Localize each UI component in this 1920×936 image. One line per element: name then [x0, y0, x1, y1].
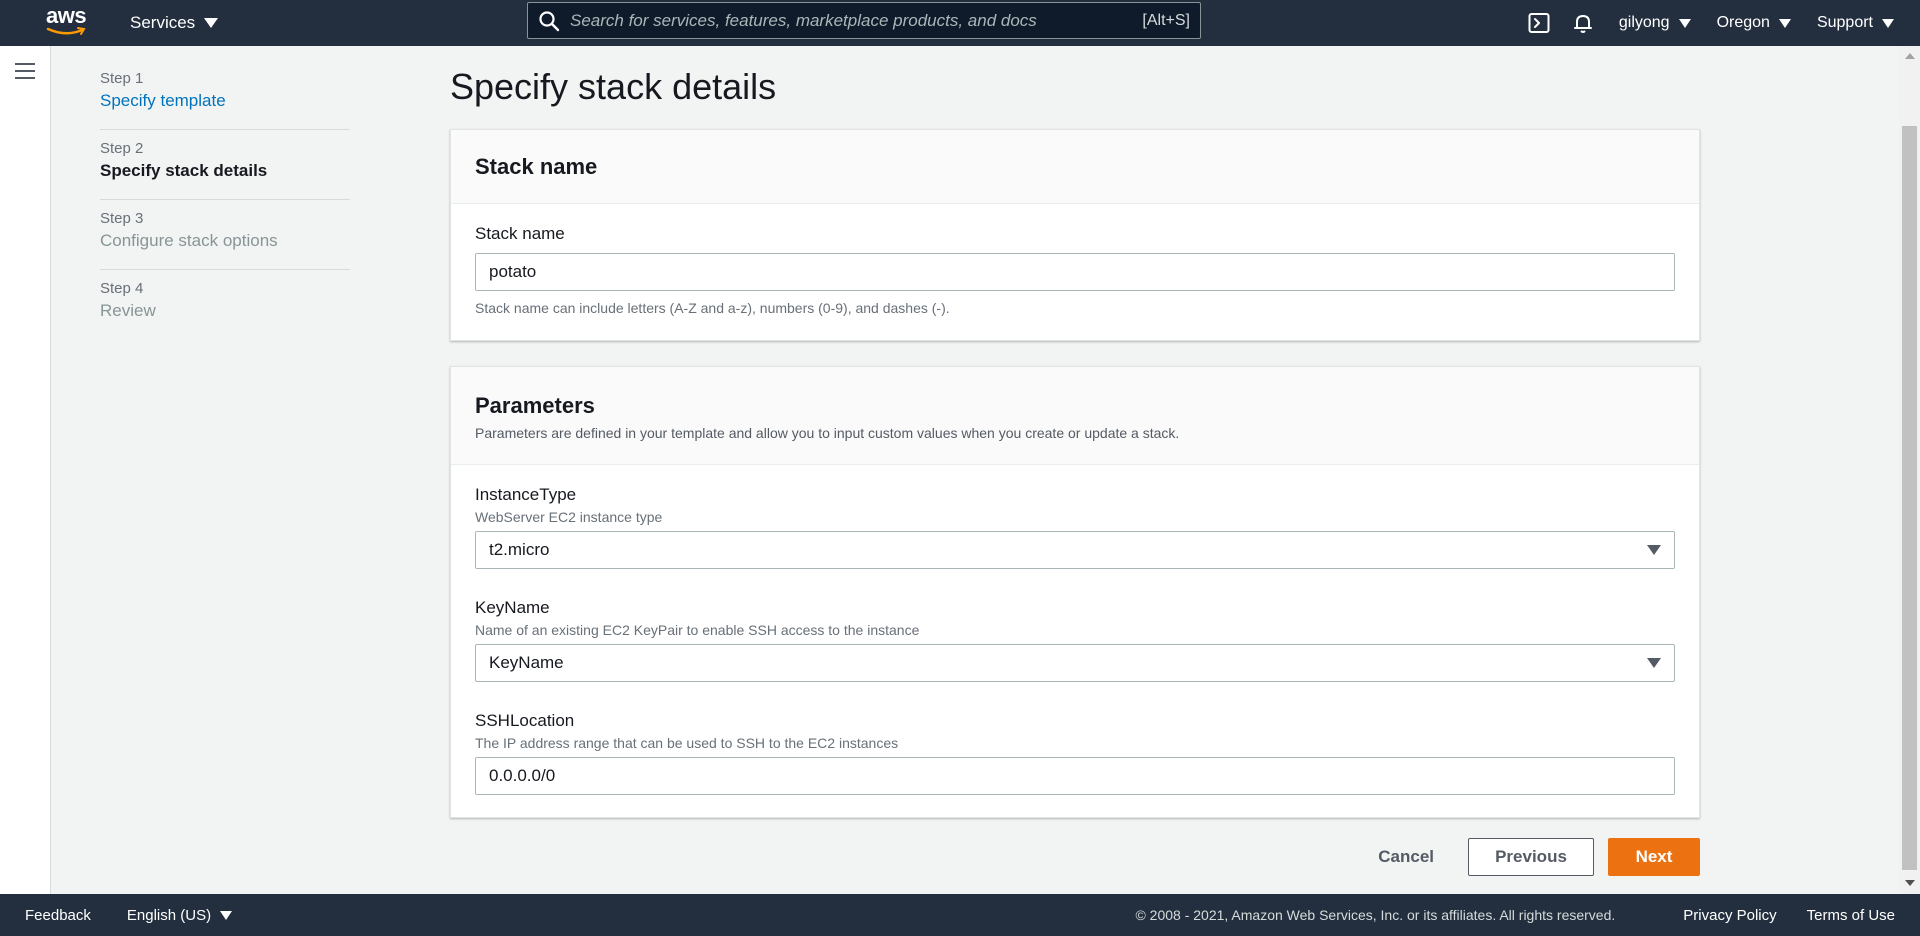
- stack-name-hint: Stack name can include letters (A-Z and …: [475, 300, 950, 316]
- nav-right: gilyong Oregon Support: [1527, 0, 1920, 46]
- next-button[interactable]: Next: [1608, 838, 1700, 876]
- caret-down-icon: [1778, 18, 1791, 28]
- action-buttons: Cancel Previous Next: [1358, 838, 1700, 876]
- top-navigation: aws Services [Alt+S] gilyong: [0, 0, 1920, 46]
- ssh-location-description: The IP address range that can be used to…: [475, 735, 899, 751]
- wizard-step-1: Step 1 Specify template: [100, 60, 350, 130]
- stack-name-label: Stack name: [475, 224, 565, 243]
- param-instance-type: InstanceType WebServer EC2 instance type…: [475, 485, 1675, 569]
- cloudshell-icon[interactable]: [1527, 11, 1551, 35]
- footer-left: Feedback English (US): [25, 906, 233, 924]
- copyright-text: © 2008 - 2021, Amazon Web Services, Inc.…: [1135, 907, 1616, 923]
- hamburger-menu-icon[interactable]: [15, 63, 35, 81]
- instance-type-label: InstanceType: [475, 485, 577, 504]
- privacy-policy-link[interactable]: Privacy Policy: [1683, 907, 1776, 924]
- scroll-down-arrow-icon[interactable]: [1905, 880, 1915, 886]
- instance-type-value: t2.micro: [489, 540, 550, 559]
- caret-down-icon: [204, 18, 219, 28]
- search-shortcut: [Alt+S]: [1142, 11, 1190, 29]
- ssh-location-label: SSHLocation: [475, 711, 575, 730]
- page-title: Specify stack details: [450, 66, 777, 107]
- region-name: Oregon: [1716, 14, 1770, 31]
- stack-name-panel: Stack name Stack name Stack name can inc…: [450, 129, 1700, 341]
- wizard-step-3: Step 3 Configure stack options: [100, 200, 350, 270]
- language-selector[interactable]: English (US): [126, 906, 233, 924]
- panel-header: Parameters Parameters are defined in you…: [451, 367, 1699, 465]
- previous-button[interactable]: Previous: [1468, 838, 1594, 876]
- services-menu[interactable]: Services: [130, 0, 219, 46]
- terms-of-use-link[interactable]: Terms of Use: [1807, 907, 1895, 924]
- region-menu[interactable]: Oregon: [1717, 14, 1791, 32]
- caret-down-icon: [1678, 18, 1691, 28]
- step-number: Step 2: [100, 140, 144, 157]
- panel-title: Stack name: [475, 153, 598, 179]
- search-input[interactable]: [570, 10, 1135, 31]
- step-review: Review: [100, 301, 156, 320]
- instance-type-description: WebServer EC2 instance type: [475, 509, 663, 525]
- step-configure-stack-options: Configure stack options: [100, 231, 278, 250]
- search-bar[interactable]: [Alt+S]: [527, 2, 1201, 39]
- stack-name-input[interactable]: [475, 253, 1675, 291]
- parameters-panel: Parameters Parameters are defined in you…: [450, 366, 1700, 818]
- dropdown-caret-icon: [1647, 545, 1661, 555]
- footer: Feedback English (US) © 2008 - 2021, Ama…: [0, 894, 1920, 936]
- scroll-thumb[interactable]: [1902, 126, 1917, 870]
- step-number: Step 4: [100, 280, 144, 297]
- step-link-specify-template[interactable]: Specify template: [100, 91, 350, 111]
- param-key-name: KeyName Name of an existing EC2 KeyPair …: [475, 598, 1675, 682]
- panel-body: InstanceType WebServer EC2 instance type…: [451, 465, 1699, 795]
- panel-description: Parameters are defined in your template …: [475, 425, 1180, 441]
- support-menu[interactable]: Support: [1817, 14, 1894, 32]
- key-name-label: KeyName: [475, 598, 550, 617]
- panel-header: Stack name: [451, 130, 1699, 204]
- support-label: Support: [1816, 14, 1873, 31]
- ssh-location-input[interactable]: [475, 757, 1675, 795]
- user-menu[interactable]: gilyong: [1619, 14, 1691, 32]
- aws-logo-text: aws: [46, 3, 87, 28]
- feedback-link[interactable]: Feedback: [25, 907, 91, 924]
- services-label: Services: [130, 13, 196, 32]
- scroll-up-arrow-icon[interactable]: [1905, 53, 1915, 59]
- aws-smile-icon: [46, 27, 86, 35]
- side-rail: [0, 46, 51, 894]
- user-name: gilyong: [1618, 14, 1670, 31]
- panel-body: Stack name Stack name can include letter…: [451, 204, 1699, 316]
- cancel-button[interactable]: Cancel: [1358, 838, 1454, 876]
- search-icon: [539, 10, 560, 31]
- key-name-description: Name of an existing EC2 KeyPair to enabl…: [475, 622, 920, 638]
- language-label: English (US): [126, 906, 212, 924]
- aws-logo[interactable]: aws: [46, 5, 88, 39]
- step-number: Step 1: [100, 70, 144, 87]
- footer-right: © 2008 - 2021, Amazon Web Services, Inc.…: [1135, 907, 1895, 924]
- step-current-specify-stack-details: Specify stack details: [100, 161, 268, 180]
- dropdown-caret-icon: [1647, 658, 1661, 668]
- page-scrollbar[interactable]: [1899, 46, 1920, 894]
- wizard-step-2: Step 2 Specify stack details: [100, 130, 350, 200]
- panel-title: Parameters: [475, 393, 595, 418]
- key-name-select[interactable]: KeyName: [475, 644, 1675, 682]
- bell-icon[interactable]: [1571, 11, 1595, 35]
- step-number: Step 3: [100, 210, 144, 227]
- wizard-step-4: Step 4 Review: [100, 270, 350, 339]
- caret-down-icon: [220, 910, 233, 920]
- wizard-steps: Step 1 Specify template Step 2 Specify s…: [100, 60, 350, 339]
- key-name-value: KeyName: [489, 653, 564, 672]
- caret-down-icon: [1882, 18, 1894, 28]
- param-ssh-location: SSHLocation The IP address range that ca…: [475, 711, 1675, 795]
- instance-type-select[interactable]: t2.micro: [475, 531, 1675, 569]
